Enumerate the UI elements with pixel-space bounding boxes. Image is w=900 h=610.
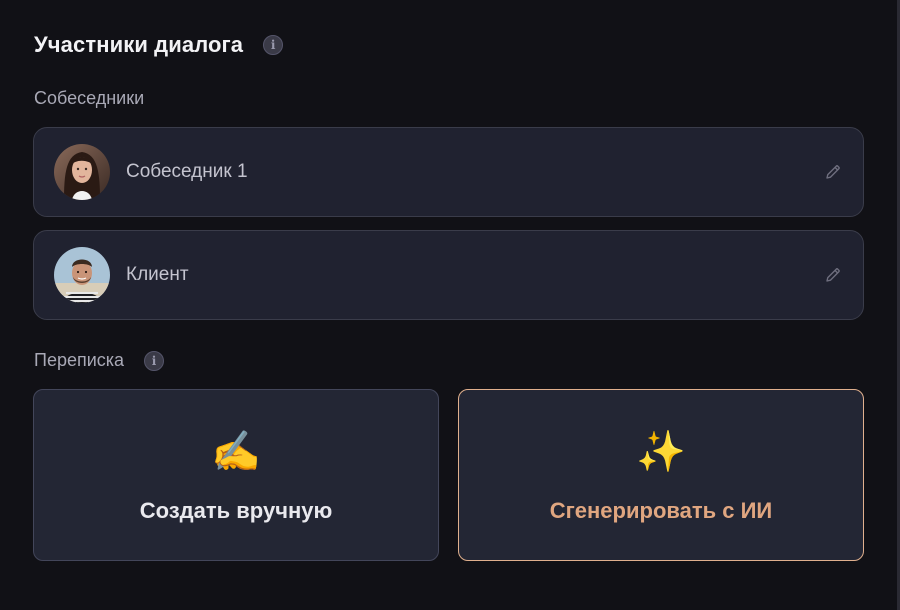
chat-section-header: Переписка i	[34, 350, 165, 371]
info-icon[interactable]: i	[144, 350, 165, 371]
writing-hand-icon: ✍️	[211, 430, 261, 474]
pencil-icon[interactable]	[823, 265, 843, 285]
avatar	[54, 247, 110, 303]
info-icon[interactable]: i	[263, 35, 284, 55]
participant-name: Собеседник 1	[126, 161, 248, 182]
title-row: Участники диалога i	[34, 30, 284, 60]
participants-panel: Участники диалога i Собеседники Собеседн…	[0, 0, 900, 610]
create-manually-label: Создать вручную	[139, 498, 333, 523]
participant-card[interactable]: Собеседник 1	[33, 127, 864, 217]
avatar	[54, 144, 110, 200]
chat-section-label: Переписка	[34, 350, 125, 370]
sparkles-icon: ✨	[636, 430, 686, 474]
page-title: Участники диалога	[34, 32, 244, 57]
participant-card[interactable]: Клиент	[33, 230, 864, 320]
participant-name: Клиент	[126, 264, 189, 285]
pencil-icon[interactable]	[823, 162, 843, 182]
participants-section-label: Собеседники	[34, 88, 145, 108]
create-manually-button[interactable]: ✍️ Создать вручную	[33, 389, 439, 561]
generate-with-ai-button[interactable]: ✨ Сгенерировать с ИИ	[458, 389, 864, 561]
generate-with-ai-label: Сгенерировать с ИИ	[549, 498, 773, 523]
